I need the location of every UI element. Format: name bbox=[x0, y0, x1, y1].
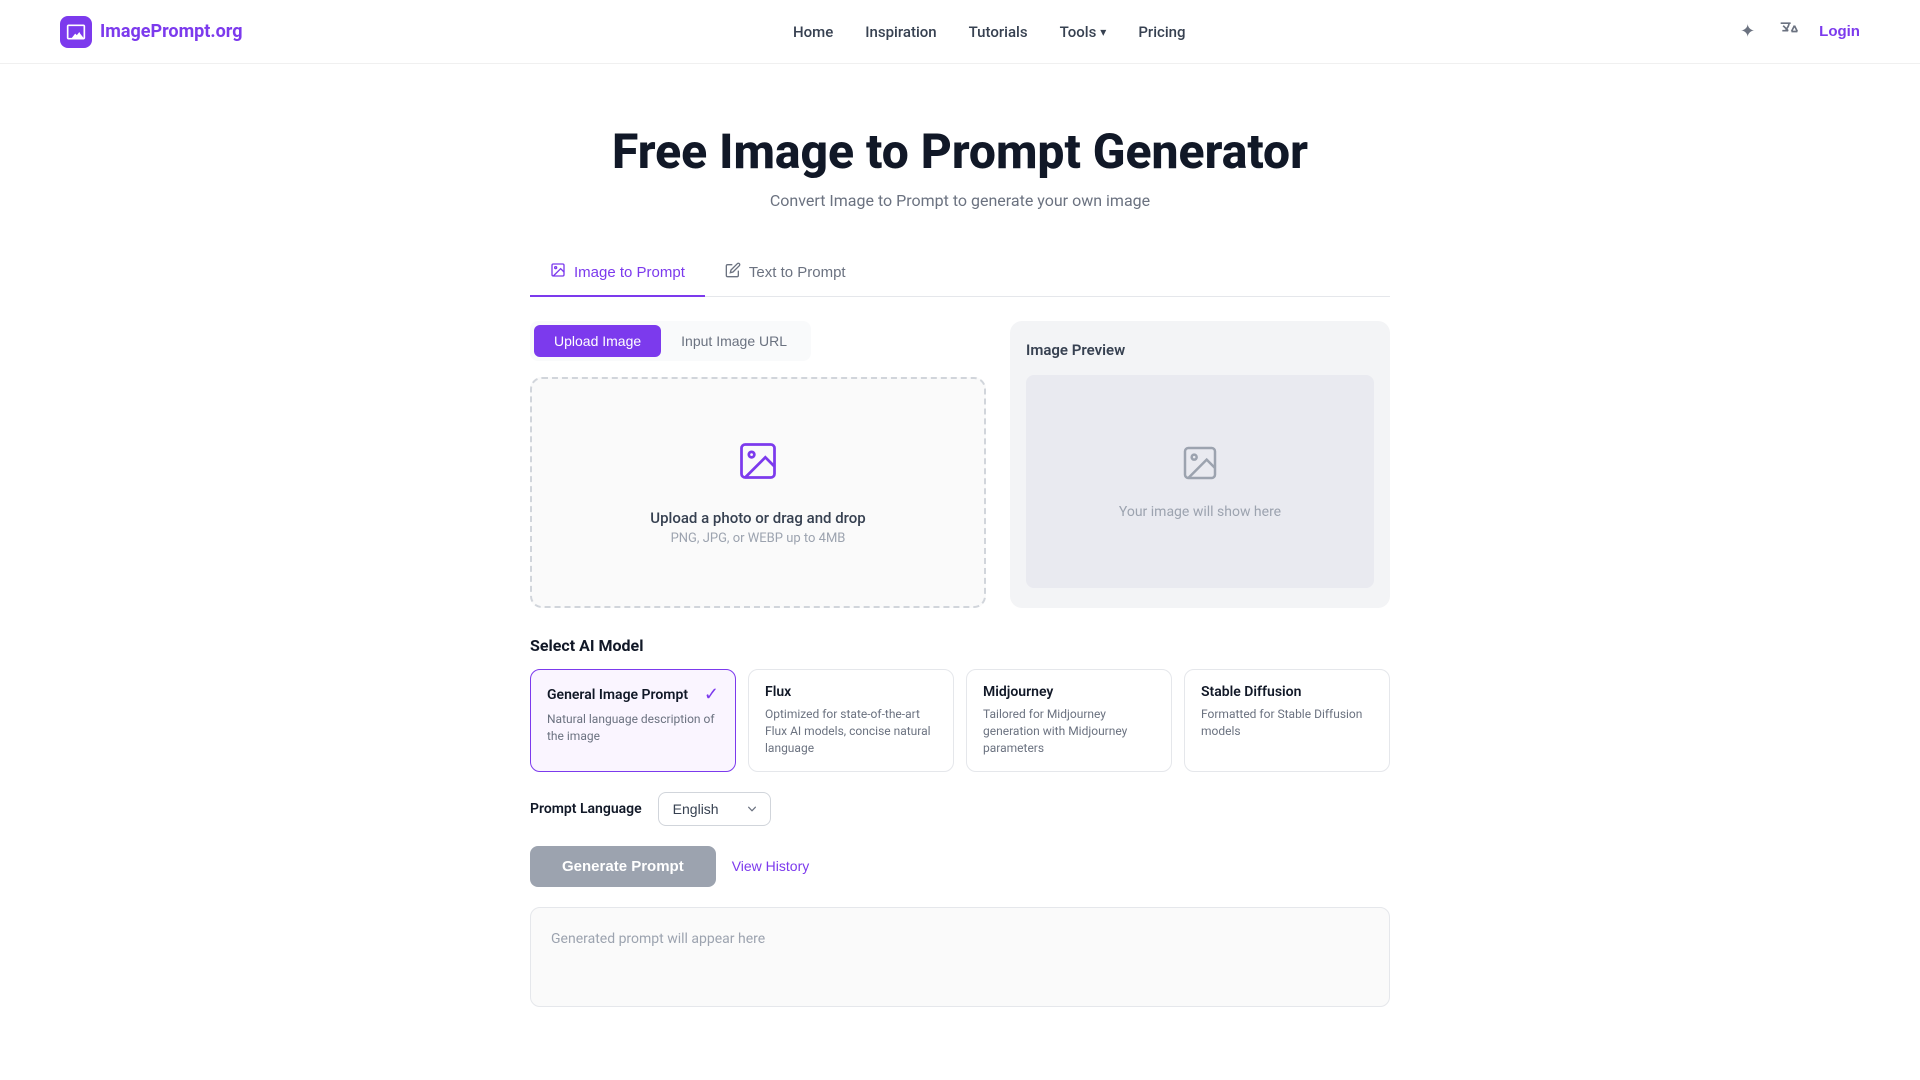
model-card-sd-name: Stable Diffusion bbox=[1201, 684, 1301, 700]
model-card-sd-header: Stable Diffusion bbox=[1201, 684, 1373, 700]
navbar: ImagePrompt.org Home Inspiration Tutoria… bbox=[0, 0, 1920, 64]
generate-prompt-button[interactable]: Generate Prompt bbox=[530, 846, 716, 887]
upload-tab-url[interactable]: Input Image URL bbox=[661, 325, 807, 357]
model-card-general-name: General Image Prompt bbox=[547, 687, 688, 703]
sun-icon: ✦ bbox=[1740, 21, 1755, 42]
logo-icon bbox=[60, 16, 92, 48]
nav-inspiration[interactable]: Inspiration bbox=[865, 23, 936, 41]
tab-image-to-prompt-label: Image to Prompt bbox=[574, 264, 685, 281]
model-card-midjourney-desc: Tailored for Midjourney generation with … bbox=[983, 706, 1155, 756]
dropzone-text: Upload a photo or drag and drop bbox=[650, 509, 865, 527]
prompt-language-label: Prompt Language bbox=[530, 801, 642, 817]
dropzone-subtext: PNG, JPG, or WEBP up to 4MB bbox=[671, 531, 846, 546]
login-button[interactable]: Login bbox=[1819, 23, 1860, 40]
upload-section: Upload Image Input Image URL Upload a ph… bbox=[530, 321, 1390, 608]
image-preview-title: Image Preview bbox=[1026, 341, 1374, 359]
translate-button[interactable] bbox=[1775, 15, 1803, 48]
main-tabs: Image to Prompt Text to Prompt bbox=[530, 250, 1390, 297]
nav-pricing[interactable]: Pricing bbox=[1138, 23, 1185, 41]
image-placeholder-icon bbox=[1180, 443, 1220, 492]
model-card-midjourney-header: Midjourney bbox=[983, 684, 1155, 700]
nav-right: ✦ Login bbox=[1736, 15, 1860, 48]
model-card-midjourney-name: Midjourney bbox=[983, 684, 1053, 700]
nav-tutorials[interactable]: Tutorials bbox=[969, 23, 1028, 41]
model-card-stable-diffusion[interactable]: Stable Diffusion Formatted for Stable Di… bbox=[1184, 669, 1390, 771]
logo-svg bbox=[66, 22, 86, 42]
upload-tab-upload[interactable]: Upload Image bbox=[534, 325, 661, 357]
model-card-general-check-icon: ✓ bbox=[704, 684, 719, 705]
view-history-button[interactable]: View History bbox=[732, 858, 810, 874]
upload-right: Image Preview Your image will show here bbox=[1010, 321, 1390, 608]
nav-home[interactable]: Home bbox=[793, 23, 833, 41]
language-select[interactable]: English Spanish French German Chinese Ja… bbox=[658, 792, 771, 826]
logo-text: ImagePrompt.org bbox=[100, 21, 242, 42]
image-preview-area: Your image will show here bbox=[1026, 375, 1374, 588]
model-card-sd-desc: Formatted for Stable Diffusion models bbox=[1201, 706, 1373, 740]
model-cards: General Image Prompt ✓ Natural language … bbox=[530, 669, 1390, 771]
model-card-general-desc: Natural language description of the imag… bbox=[547, 711, 719, 745]
output-area: Generated prompt will appear here bbox=[530, 907, 1390, 1007]
image-preview-card: Image Preview Your image will show here bbox=[1010, 321, 1390, 608]
dropzone[interactable]: Upload a photo or drag and drop PNG, JPG… bbox=[530, 377, 986, 608]
tools-chevron-icon: ▾ bbox=[1100, 25, 1106, 39]
generate-row: Generate Prompt View History bbox=[530, 846, 1390, 887]
model-card-flux[interactable]: Flux Optimized for state-of-the-art Flux… bbox=[748, 669, 954, 771]
prompt-language-row: Prompt Language English Spanish French G… bbox=[530, 792, 1390, 826]
nav-tools-wrapper[interactable]: Tools ▾ bbox=[1060, 23, 1107, 41]
page-subtitle: Convert Image to Prompt to generate your… bbox=[20, 191, 1900, 210]
text-tab-icon bbox=[725, 262, 741, 283]
translate-icon bbox=[1779, 19, 1799, 44]
model-card-flux-header: Flux bbox=[765, 684, 937, 700]
upload-icon bbox=[736, 439, 780, 493]
main-container: Image to Prompt Text to Prompt Upload Im… bbox=[510, 250, 1410, 1066]
theme-toggle-button[interactable]: ✦ bbox=[1736, 17, 1759, 46]
model-card-flux-desc: Optimized for state-of-the-art Flux AI m… bbox=[765, 706, 937, 756]
tab-text-to-prompt[interactable]: Text to Prompt bbox=[705, 250, 866, 297]
nav-links: Home Inspiration Tutorials Tools ▾ Prici… bbox=[793, 23, 1186, 41]
image-tab-icon bbox=[550, 262, 566, 283]
hero-section: Free Image to Prompt Generator Convert I… bbox=[0, 64, 1920, 250]
page-title: Free Image to Prompt Generator bbox=[20, 124, 1900, 179]
select-model-title: Select AI Model bbox=[530, 636, 1390, 655]
logo[interactable]: ImagePrompt.org bbox=[60, 16, 242, 48]
model-card-flux-name: Flux bbox=[765, 684, 791, 700]
model-card-midjourney[interactable]: Midjourney Tailored for Midjourney gener… bbox=[966, 669, 1172, 771]
output-placeholder-text: Generated prompt will appear here bbox=[551, 931, 765, 947]
tab-image-to-prompt[interactable]: Image to Prompt bbox=[530, 250, 705, 297]
tab-text-to-prompt-label: Text to Prompt bbox=[749, 264, 846, 281]
image-preview-placeholder-text: Your image will show here bbox=[1119, 504, 1281, 520]
model-card-general[interactable]: General Image Prompt ✓ Natural language … bbox=[530, 669, 736, 771]
upload-left: Upload Image Input Image URL Upload a ph… bbox=[530, 321, 986, 608]
model-card-general-header: General Image Prompt ✓ bbox=[547, 684, 719, 705]
nav-tools[interactable]: Tools bbox=[1060, 23, 1097, 41]
upload-tabs: Upload Image Input Image URL bbox=[530, 321, 811, 361]
